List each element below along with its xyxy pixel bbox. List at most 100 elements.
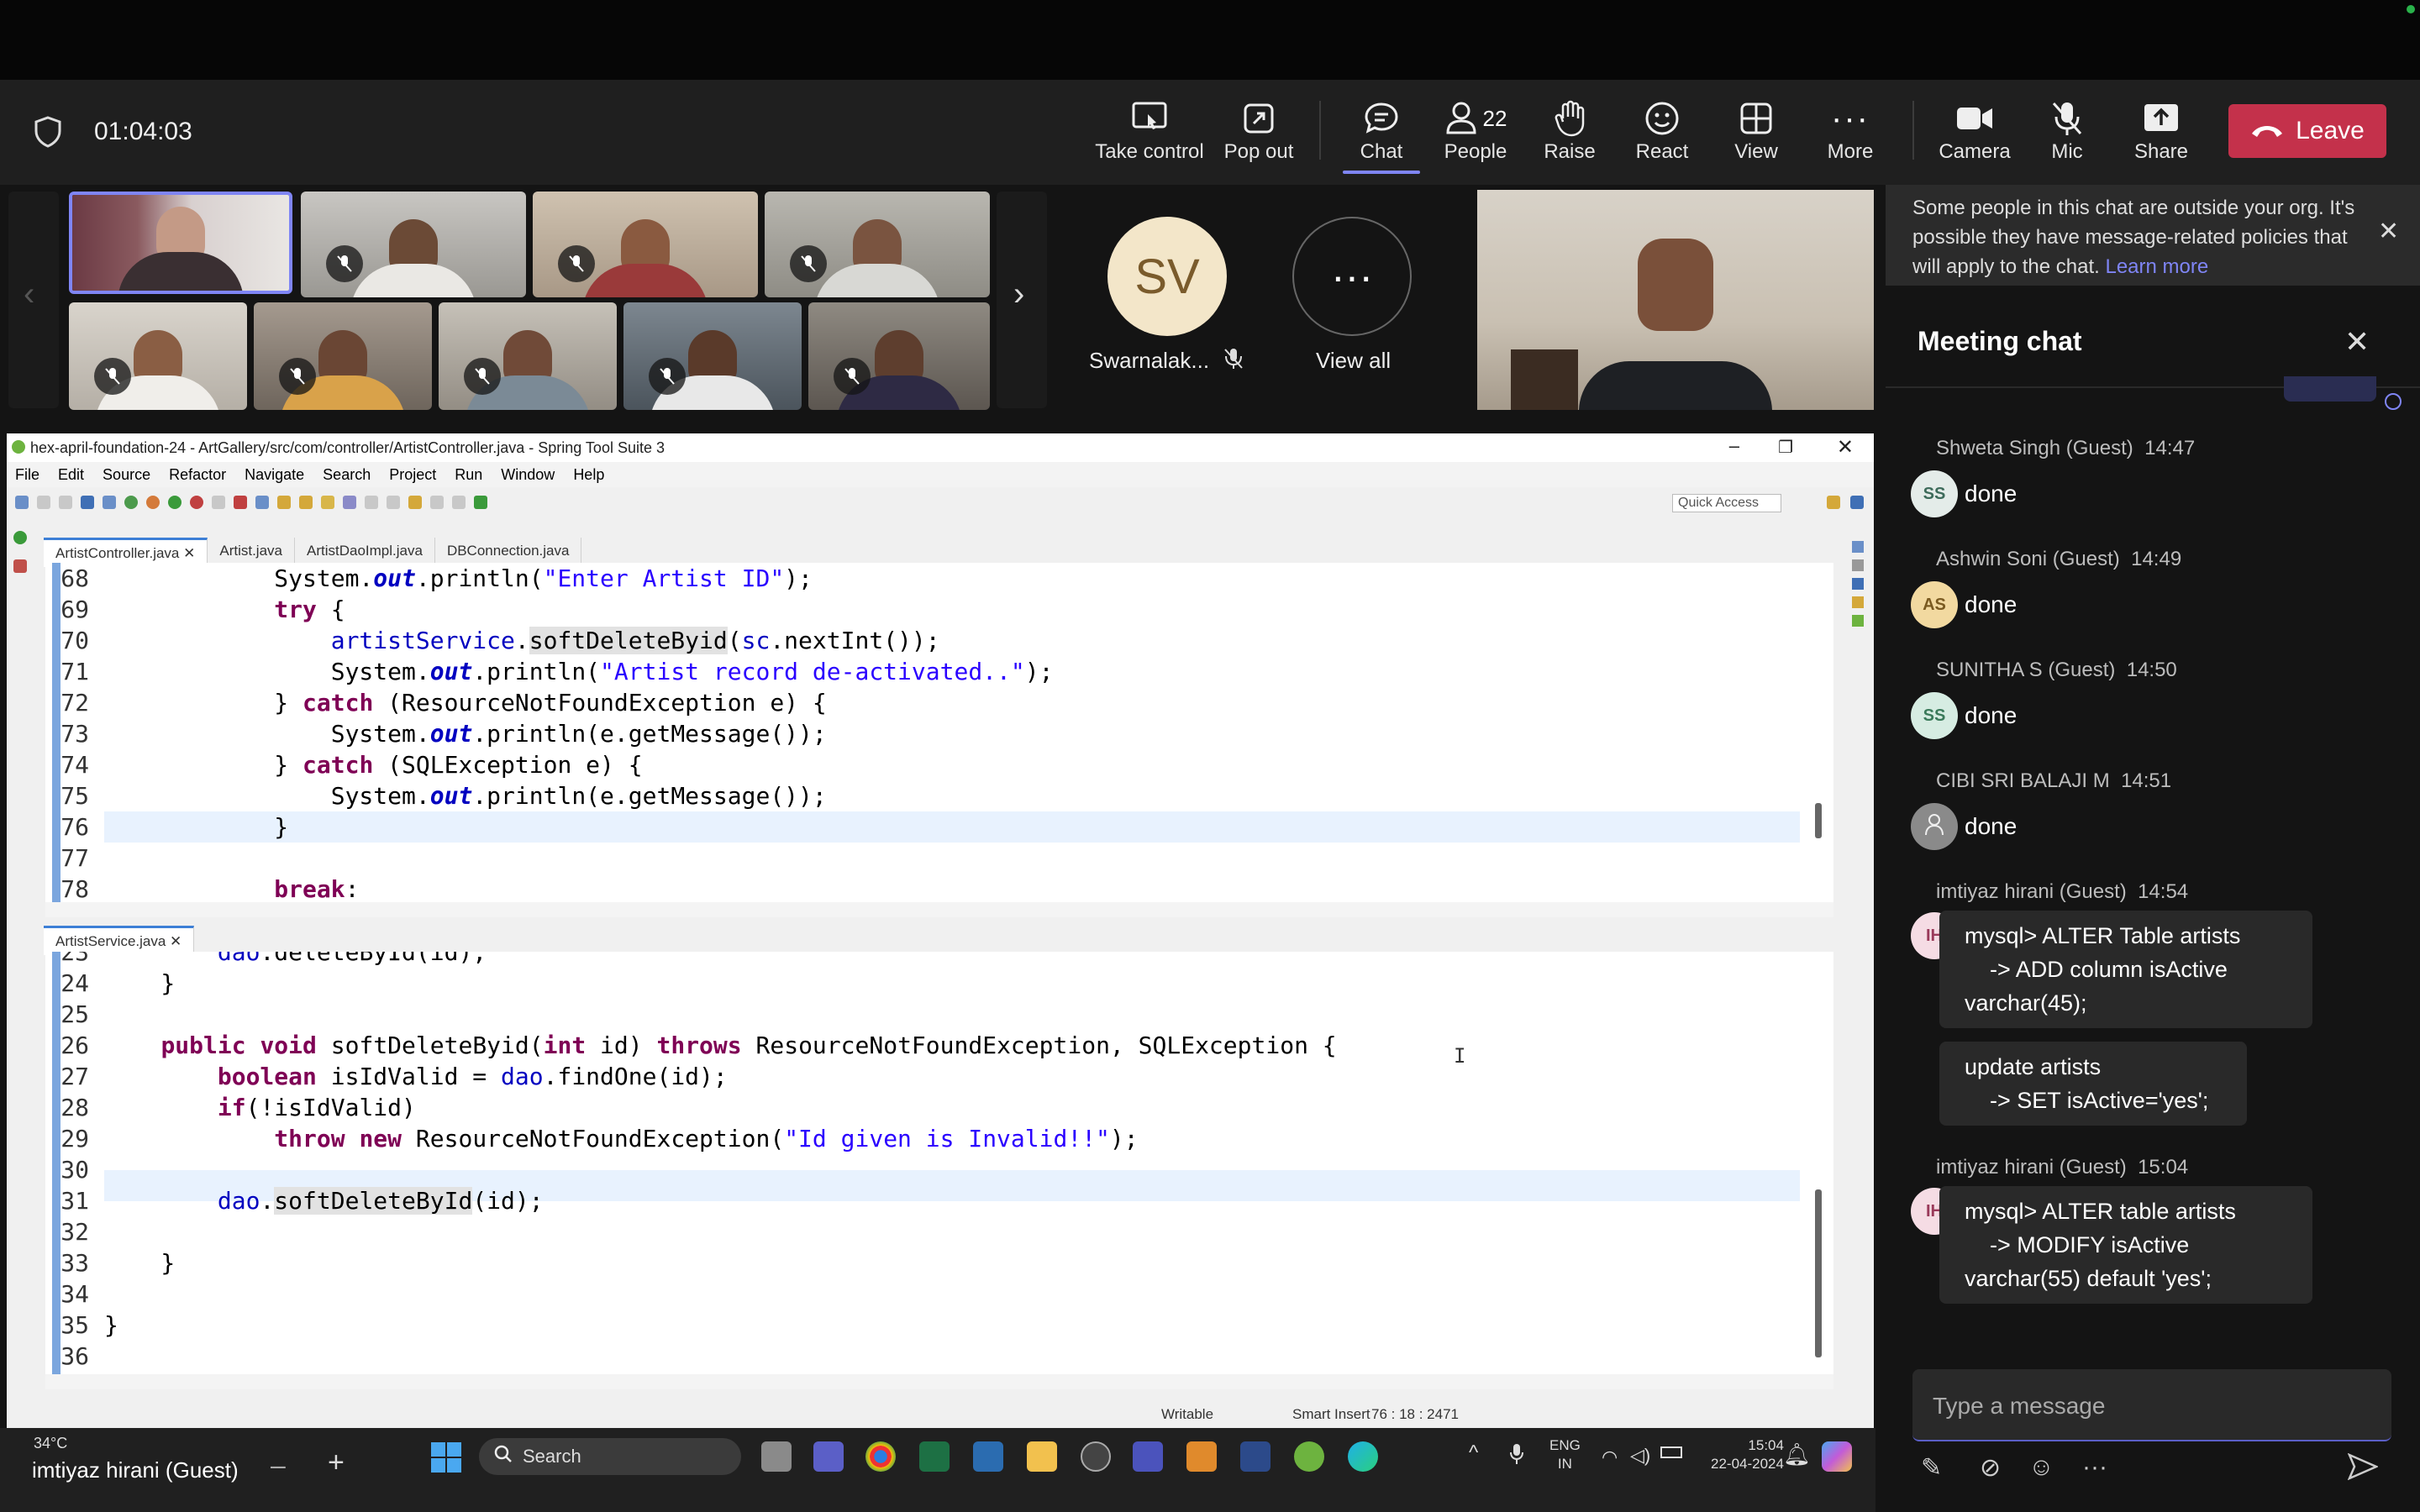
video-tile[interactable]	[301, 192, 526, 297]
spring-tool-suite-icon[interactable]	[1294, 1441, 1324, 1472]
horizontal-scrollbar[interactable]	[45, 902, 1833, 917]
terminal-icon[interactable]	[81, 496, 94, 509]
video-tile[interactable]	[254, 302, 432, 410]
prev-annotation-icon[interactable]	[408, 496, 422, 509]
hierarchy-icon[interactable]	[1852, 578, 1864, 590]
skip-breakpoints-icon[interactable]	[103, 496, 116, 509]
java-perspective-icon[interactable]	[1850, 496, 1864, 509]
clock[interactable]: 15:04 22-04-2024	[1711, 1436, 1784, 1473]
teams-classic-icon[interactable]	[1133, 1441, 1163, 1472]
run-icon[interactable]	[168, 496, 182, 509]
menu-run[interactable]: Run	[455, 466, 482, 484]
save-all-icon[interactable]	[59, 496, 72, 509]
leave-button[interactable]: Leave	[2228, 104, 2386, 158]
share-button[interactable]: Share	[2094, 97, 2228, 172]
back-icon[interactable]	[430, 496, 444, 509]
avatar[interactable]: SS	[1911, 470, 1958, 517]
video-tile[interactable]	[623, 302, 802, 410]
java-ee-perspective-icon[interactable]	[1827, 496, 1840, 509]
taskbar-search[interactable]: Search	[479, 1438, 741, 1475]
quick-access-input[interactable]: Quick Access	[1672, 494, 1781, 512]
tab-artist-service[interactable]: ArtistService.java ✕	[44, 926, 195, 955]
attach-icon[interactable]: ⊘	[1980, 1453, 2001, 1483]
file-explorer-icon[interactable]	[1027, 1441, 1057, 1472]
avatar[interactable]: SS	[1911, 692, 1958, 739]
video-tile-active-speaker[interactable]	[69, 192, 292, 294]
teams-icon[interactable]	[813, 1441, 844, 1472]
video-tile[interactable]	[69, 302, 247, 410]
debug-icon[interactable]	[146, 496, 160, 509]
video-tile[interactable]	[439, 302, 617, 410]
copilot-icon[interactable]	[1822, 1441, 1852, 1472]
side-icon[interactable]	[13, 531, 27, 544]
task-list-icon[interactable]	[1852, 559, 1864, 571]
video-tile[interactable]	[808, 302, 990, 410]
menu-help[interactable]: Help	[573, 466, 604, 484]
toolbar-icon[interactable]	[212, 496, 225, 509]
new-class-icon[interactable]	[255, 496, 269, 509]
boot-dashboard-icon[interactable]	[1852, 615, 1864, 627]
pop-out-button[interactable]: Pop out	[1192, 97, 1326, 172]
avatar[interactable]	[1911, 803, 1958, 850]
wifi-icon[interactable]: ◠	[1602, 1446, 1618, 1468]
message-bubble[interactable]: update artists -> SET isActive='yes';	[1939, 1042, 2247, 1126]
menu-search[interactable]: Search	[323, 466, 371, 484]
app-icon[interactable]	[1186, 1441, 1217, 1472]
outline-icon[interactable]	[1852, 541, 1864, 553]
new-icon[interactable]	[15, 496, 29, 509]
more-options-icon[interactable]: ···	[2082, 1453, 2107, 1482]
menu-window[interactable]: Window	[501, 466, 555, 484]
toggle-icon[interactable]	[343, 496, 356, 509]
microphone-icon[interactable]	[1509, 1443, 1524, 1469]
more-button[interactable]: ··· More	[1783, 97, 1918, 172]
close-banner-icon[interactable]: ✕	[2378, 217, 2399, 246]
forward-icon[interactable]	[452, 496, 466, 509]
chrome-icon[interactable]	[865, 1441, 896, 1472]
video-tile[interactable]	[765, 192, 990, 297]
obs-icon[interactable]	[1081, 1441, 1111, 1472]
restore-icon[interactable]: ❐	[1778, 437, 1793, 458]
menu-edit[interactable]: Edit	[58, 466, 84, 484]
message-bubble[interactable]: mysql> ALTER Table artists -> ADD column…	[1939, 911, 2312, 1028]
battery-icon[interactable]	[1660, 1446, 1682, 1458]
close-icon[interactable]: ✕	[1837, 435, 1854, 459]
open-type-icon[interactable]	[277, 496, 291, 509]
side-icon[interactable]	[13, 559, 27, 573]
vertical-scrollbar-thumb[interactable]	[1815, 1189, 1822, 1357]
view-all-button[interactable]: ···	[1292, 217, 1412, 336]
video-tile[interactable]	[533, 192, 758, 297]
minimize-icon[interactable]: –	[1729, 435, 1739, 457]
menu-navigate[interactable]: Navigate	[245, 466, 304, 484]
chevron-up-icon[interactable]: ^	[1469, 1441, 1478, 1465]
stop-icon[interactable]	[234, 496, 247, 509]
save-icon[interactable]	[37, 496, 50, 509]
open-perspective-icon[interactable]	[1803, 496, 1817, 509]
app-icon[interactable]	[973, 1441, 1003, 1472]
pin-editor-icon[interactable]	[474, 496, 487, 509]
menu-refactor[interactable]: Refactor	[169, 466, 226, 484]
excel-icon[interactable]	[919, 1441, 950, 1472]
edge-icon[interactable]	[1348, 1441, 1378, 1472]
bell-icon[interactable]: 🔔︎	[1783, 1441, 1811, 1467]
vertical-scrollbar-thumb[interactable]	[1815, 803, 1822, 838]
message-input[interactable]: Type a message	[1912, 1369, 2391, 1441]
gallery-next-button[interactable]: ›	[997, 192, 1047, 408]
spring-explorer-icon[interactable]	[1852, 596, 1864, 608]
toolbar-icon[interactable]	[365, 496, 378, 509]
message-bubble[interactable]: mysql> ALTER table artists -> MODIFY isA…	[1939, 1186, 2312, 1304]
horizontal-scrollbar[interactable]	[45, 1374, 1833, 1389]
learn-more-link[interactable]: Learn more	[2105, 255, 2208, 278]
annotation-icon[interactable]	[321, 496, 334, 509]
app-icon[interactable]	[1240, 1441, 1270, 1472]
close-chat-icon[interactable]: ✕	[2344, 324, 2370, 360]
menu-file[interactable]: File	[15, 466, 39, 484]
gallery-prev-button[interactable]: ‹	[8, 192, 59, 408]
windows-start-icon[interactable]	[430, 1441, 462, 1478]
volume-icon[interactable]: ◁)	[1630, 1445, 1650, 1467]
send-icon[interactable]	[2347, 1452, 2380, 1487]
task-view-icon[interactable]	[761, 1441, 792, 1472]
participant-avatar[interactable]: SV	[1107, 217, 1227, 336]
toolbar-icon[interactable]	[387, 496, 400, 509]
spring-boot-icon[interactable]	[124, 496, 138, 509]
format-icon[interactable]: ✎	[1921, 1453, 1942, 1483]
